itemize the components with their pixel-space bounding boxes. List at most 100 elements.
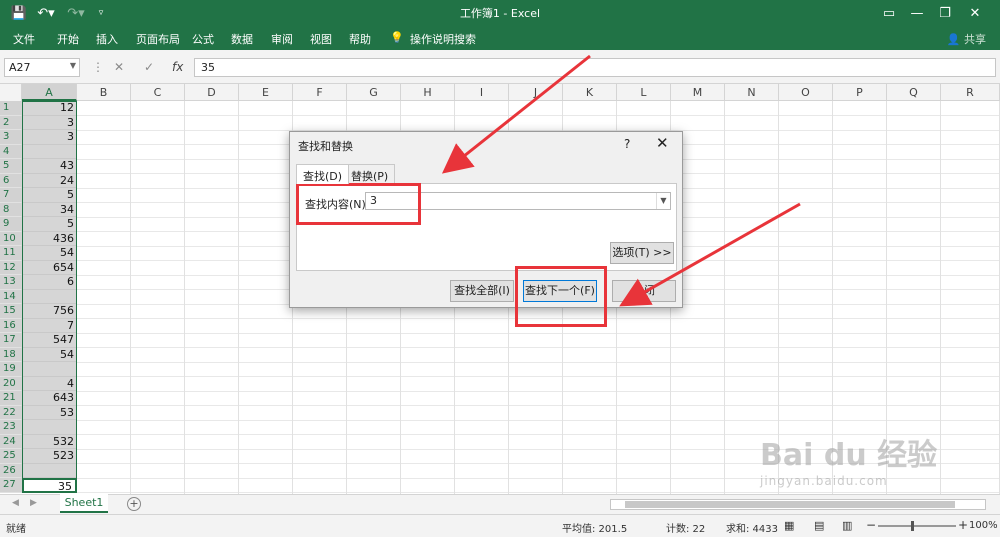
cell-a2[interactable]: 3 <box>22 115 77 130</box>
formula-input[interactable]: 35 <box>194 58 996 77</box>
column-header-i[interactable]: I <box>455 84 509 101</box>
row-header-2[interactable]: 2 <box>0 115 22 130</box>
column-header-p[interactable]: P <box>833 84 887 101</box>
horizontal-scrollbar[interactable] <box>610 499 986 510</box>
cell-a18[interactable]: 54 <box>22 347 77 362</box>
cell-a19[interactable] <box>22 362 77 377</box>
row-header-10[interactable]: 10 <box>0 231 22 246</box>
cell-a24[interactable]: 532 <box>22 434 77 449</box>
tab-formulas[interactable]: 公式 <box>192 31 214 47</box>
row-header-15[interactable]: 15 <box>0 304 22 319</box>
row-header-5[interactable]: 5 <box>0 159 22 174</box>
cancel-icon[interactable]: ✕ <box>114 60 124 74</box>
tab-home[interactable]: 开始 <box>57 31 79 47</box>
share-button[interactable]: 👤 共享 <box>947 31 986 47</box>
cell-a21[interactable]: 643 <box>22 391 77 406</box>
row-header-9[interactable]: 9 <box>0 217 22 232</box>
help-icon[interactable]: ? <box>624 137 630 151</box>
cell-a8[interactable]: 34 <box>22 202 77 217</box>
tab-find[interactable]: 查找(D) <box>296 164 350 184</box>
close-button[interactable]: 关闭 <box>612 280 676 302</box>
cell-a26[interactable] <box>22 463 77 478</box>
find-all-button[interactable]: 查找全部(I) <box>450 280 514 302</box>
scrollbar-thumb[interactable] <box>625 501 955 508</box>
column-header-j[interactable]: J <box>509 84 563 101</box>
cell-a23[interactable] <box>22 420 77 435</box>
close-icon[interactable]: ✕ <box>964 3 986 23</box>
zoom-slider-thumb[interactable] <box>911 521 914 531</box>
next-sheet-icon[interactable]: ▶ <box>30 498 37 508</box>
row-header-26[interactable]: 26 <box>0 463 22 478</box>
sheet-tab-sheet1[interactable]: Sheet1 <box>60 494 108 513</box>
zoom-out-button[interactable]: − <box>866 518 876 532</box>
tab-help[interactable]: 帮助 <box>349 31 371 47</box>
page-layout-view-icon[interactable]: ▤ <box>814 519 824 532</box>
column-header-n[interactable]: N <box>725 84 779 101</box>
page-break-view-icon[interactable]: ▥ <box>842 519 852 532</box>
row-header-22[interactable]: 22 <box>0 405 22 420</box>
row-header-27[interactable]: 27 <box>0 478 22 493</box>
row-header-19[interactable]: 19 <box>0 362 22 377</box>
column-header-g[interactable]: G <box>347 84 401 101</box>
cell-a9[interactable]: 5 <box>22 217 77 232</box>
cell-a22[interactable]: 53 <box>22 405 77 420</box>
tell-me-search[interactable]: 操作说明搜索 <box>410 31 476 47</box>
dialog-close-icon[interactable]: ✕ <box>656 134 669 152</box>
tab-replace[interactable]: 替换(P) <box>344 164 396 183</box>
column-header-a[interactable]: A <box>22 84 77 101</box>
row-header-8[interactable]: 8 <box>0 202 22 217</box>
row-header-12[interactable]: 12 <box>0 260 22 275</box>
find-next-button[interactable]: 查找下一个(F) <box>523 280 597 302</box>
column-header-h[interactable]: H <box>401 84 455 101</box>
cell-a6[interactable]: 24 <box>22 173 77 188</box>
cell-a20[interactable]: 4 <box>22 376 77 391</box>
cell-a11[interactable]: 54 <box>22 246 77 261</box>
row-header-21[interactable]: 21 <box>0 391 22 406</box>
add-sheet-button[interactable]: + <box>127 497 141 511</box>
cell-a14[interactable] <box>22 289 77 304</box>
fx-icon[interactable]: fx <box>172 60 183 74</box>
zoom-slider[interactable] <box>878 525 956 527</box>
row-header-18[interactable]: 18 <box>0 347 22 362</box>
row-header-13[interactable]: 13 <box>0 275 22 290</box>
row-header-14[interactable]: 14 <box>0 289 22 304</box>
column-header-k[interactable]: K <box>563 84 617 101</box>
column-header-e[interactable]: E <box>239 84 293 101</box>
ribbon-display-icon[interactable]: ▭ <box>878 3 900 23</box>
chevron-down-icon[interactable]: ▼ <box>656 193 670 209</box>
column-header-o[interactable]: O <box>779 84 833 101</box>
tab-insert[interactable]: 插入 <box>96 31 118 47</box>
zoom-in-button[interactable]: + <box>958 518 968 532</box>
tab-data[interactable]: 数据 <box>231 31 253 47</box>
prev-sheet-icon[interactable]: ◀ <box>12 498 19 508</box>
name-box[interactable]: A27 ▼ <box>4 58 80 77</box>
chevron-down-icon[interactable]: ▼ <box>70 61 76 70</box>
cell-a5[interactable]: 43 <box>22 159 77 174</box>
normal-view-icon[interactable]: ▦ <box>784 519 794 532</box>
find-input[interactable]: 3 ▼ <box>365 192 671 210</box>
cell-a27[interactable]: 35 <box>22 478 77 493</box>
minimize-icon[interactable]: — <box>906 3 928 23</box>
column-header-c[interactable]: C <box>131 84 185 101</box>
zoom-level[interactable]: 100% <box>969 520 998 531</box>
column-header-r[interactable]: R <box>941 84 1000 101</box>
row-header-24[interactable]: 24 <box>0 434 22 449</box>
row-header-23[interactable]: 23 <box>0 420 22 435</box>
column-header-q[interactable]: Q <box>887 84 941 101</box>
row-header-6[interactable]: 6 <box>0 173 22 188</box>
cell-a3[interactable]: 3 <box>22 130 77 145</box>
tab-review[interactable]: 审阅 <box>271 31 293 47</box>
column-header-b[interactable]: B <box>77 84 131 101</box>
row-header-16[interactable]: 16 <box>0 318 22 333</box>
cell-a16[interactable]: 7 <box>22 318 77 333</box>
row-header-17[interactable]: 17 <box>0 333 22 348</box>
enter-icon[interactable]: ✓ <box>144 60 154 74</box>
select-all-corner[interactable] <box>0 84 22 101</box>
cell-a13[interactable]: 6 <box>22 275 77 290</box>
column-header-m[interactable]: M <box>671 84 725 101</box>
row-header-20[interactable]: 20 <box>0 376 22 391</box>
row-header-1[interactable]: 1 <box>0 101 22 116</box>
cell-a12[interactable]: 654 <box>22 260 77 275</box>
row-header-11[interactable]: 11 <box>0 246 22 261</box>
cell-a25[interactable]: 523 <box>22 449 77 464</box>
